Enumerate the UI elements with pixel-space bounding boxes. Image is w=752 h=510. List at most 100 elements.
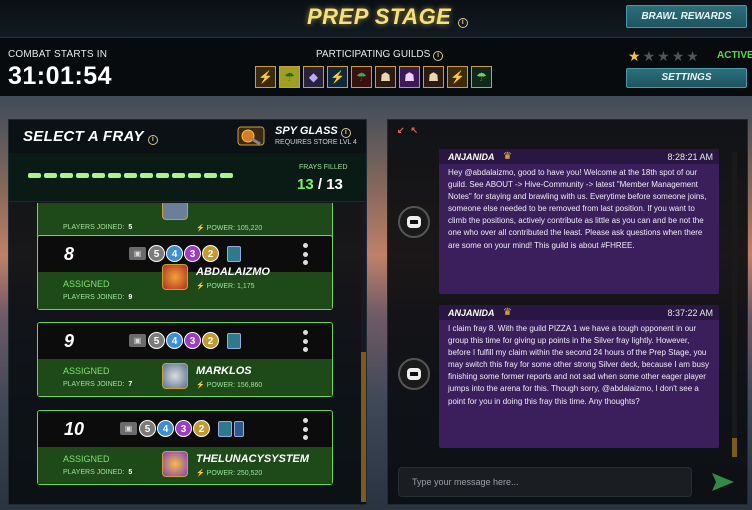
power-value: ⚡ POWER: 156,860 — [196, 382, 263, 389]
more-options-icon[interactable] — [302, 418, 308, 440]
guild-crystal-icon[interactable]: ◆ — [303, 66, 324, 88]
fray-list-scroll-thumb[interactable] — [361, 352, 366, 502]
guild-rating-stars: ★ ★ ★ ★ ★ — [628, 48, 699, 65]
frays-filled-area: FRAYS FILLED 13 / 13 — [9, 154, 366, 202]
rarity-pill: 3 — [184, 332, 201, 349]
chat-message: ANJANIDA ♛ 8:37:22 AM I claim fray 8. Wi… — [439, 305, 719, 448]
mask-icon — [407, 368, 421, 380]
message-input-box[interactable] — [398, 467, 692, 497]
guild-lightning-icon[interactable]: ⚡ — [447, 66, 468, 88]
brawl-rewards-button[interactable]: BRAWL REWARDS — [626, 5, 747, 28]
rarity-pill: 4 — [166, 245, 183, 262]
chat-panel: ↙↖ ANJANIDA ♛ 8:28:21 AM Hey @abdalaizmo… — [387, 119, 748, 505]
rarity-pill: 5 — [148, 332, 165, 349]
player-avatar — [162, 203, 188, 220]
rarity-pill: 5 — [148, 245, 165, 262]
player-name: MARKLOS — [196, 365, 252, 377]
fray-number: 8 — [64, 244, 75, 264]
spy-glass-label: SPY GLASS i — [275, 125, 351, 138]
chat-message: ANJANIDA ♛ 8:28:21 AM Hey @abdalaizmo, g… — [439, 149, 719, 294]
player-avatar — [162, 363, 188, 389]
message-author: ANJANIDA — [448, 308, 495, 318]
fray-card[interactable]: 10 ▣ 5 4 3 2 ASSIGNED PLAYERS JOINED: 5 T… — [37, 410, 333, 485]
guild-mushroom-icon[interactable]: ☂ — [351, 66, 372, 88]
player-avatar — [162, 451, 188, 477]
players-joined: PLAYERS JOINED: 5 — [63, 224, 133, 231]
guild-avatar — [398, 358, 430, 390]
crown-icon: ♛ — [503, 307, 512, 318]
cards-icon — [218, 421, 232, 437]
message-text: Hey @abdalaizmo, good to have you! Welco… — [448, 168, 707, 250]
star-empty-icon: ★ — [686, 48, 699, 64]
info-icon[interactable]: i — [340, 128, 351, 138]
countdown-timer: 31:01:54 — [8, 62, 113, 90]
star-empty-icon: ★ — [657, 48, 670, 64]
info-icon[interactable]: i — [457, 18, 468, 28]
info-icon[interactable]: i — [433, 51, 444, 61]
guild-mask-icon[interactable]: ☗ — [375, 66, 396, 88]
cards-icon — [227, 246, 241, 262]
participating-guilds-label: PARTICIPATING GUILDS i — [316, 49, 444, 61]
players-joined: PLAYERS JOINED: 7 — [63, 381, 133, 388]
rarity-pill: 3 — [184, 245, 201, 262]
rarity-pill: 2 — [202, 332, 219, 349]
message-author: ANJANIDA — [448, 152, 495, 162]
select-fray-title: SELECT A FRAY i — [23, 128, 159, 145]
message-text: I claim fray 8. With the guild PIZZA 1 w… — [448, 324, 709, 406]
fray-card[interactable]: 8 ▣ 5 4 3 2 ASSIGNED PLAYERS JOINED: 9 AB… — [37, 235, 333, 310]
power-value: ⚡ POWER: 105,220 — [196, 225, 263, 232]
mask-icon — [407, 216, 421, 228]
crown-icon: ♛ — [503, 151, 512, 162]
player-avatar — [162, 264, 188, 290]
player-name: ABDALAIZMO — [196, 266, 270, 278]
fray-card[interactable]: 9 ▣ 5 4 3 2 ASSIGNED PLAYERS JOINED: 7 MA… — [37, 322, 333, 397]
send-icon[interactable] — [710, 470, 736, 494]
guild-mask-icon[interactable]: ☗ — [423, 66, 444, 88]
chat-scrollbar[interactable] — [732, 152, 737, 457]
star-empty-icon: ★ — [642, 48, 656, 64]
combat-starts-label: COMBAT STARTS IN — [8, 49, 108, 60]
active-status: ACTIVE — [717, 50, 752, 61]
players-joined: PLAYERS JOINED: 5 — [63, 469, 133, 476]
guild-mushroom-icon[interactable]: ☂ — [471, 66, 492, 88]
chat-scroll-thumb[interactable] — [732, 438, 737, 457]
assigned-status: ASSIGNED — [63, 366, 110, 376]
rarity-pill: 2 — [202, 245, 219, 262]
rarity-pill: 2 — [193, 420, 210, 437]
guild-icons: ⚡ ☂ ◆ ⚡ ☂ ☗ ☗ ☗ ⚡ ☂ — [255, 66, 492, 88]
star-filled-icon: ★ — [628, 48, 641, 64]
frays-filled-label: FRAYS FILLED — [299, 164, 348, 171]
fray-number: 10 — [64, 419, 85, 439]
message-time: 8:37:22 AM — [667, 308, 713, 318]
settings-button[interactable]: SETTINGS — [626, 68, 747, 88]
fray-panel: SELECT A FRAY i SPY GLASS i REQUIRES STO… — [8, 119, 367, 505]
more-options-icon[interactable] — [302, 243, 308, 265]
assigned-status: ASSIGNED — [63, 454, 110, 464]
rarity-pill: 4 — [166, 332, 183, 349]
tier-icon: ▣ — [129, 247, 146, 260]
frays-filled-progress — [28, 173, 233, 178]
more-options-icon[interactable] — [302, 330, 308, 352]
message-time: 8:28:21 AM — [667, 152, 713, 162]
star-empty-icon: ★ — [671, 48, 685, 64]
guild-avatar — [398, 206, 430, 238]
player-name: THELUNACYSYSTEM — [196, 453, 310, 465]
collapse-icon[interactable]: ↙↖ — [397, 125, 424, 136]
message-input[interactable] — [399, 468, 691, 496]
guild-lightning-icon[interactable]: ⚡ — [327, 66, 348, 88]
tier-icon: ▣ — [120, 422, 137, 435]
power-value: ⚡ POWER: 1,175 — [196, 283, 255, 290]
guild-lightning-icon[interactable]: ⚡ — [255, 66, 276, 88]
fray-list[interactable]: PLAYERS JOINED: 5 ⚡ POWER: 105,220 8 ▣ 5 … — [9, 203, 366, 504]
guild-mushroom-icon[interactable]: ☂ — [279, 66, 300, 88]
spy-glass-requirement: REQUIRES STORE LVL 4 — [275, 139, 357, 146]
spy-glass-icon[interactable] — [236, 125, 266, 147]
rarity-pill: 5 — [139, 420, 156, 437]
info-icon[interactable]: i — [148, 135, 159, 145]
players-joined: PLAYERS JOINED: 9 — [63, 294, 133, 301]
fray-panel-header: SELECT A FRAY i SPY GLASS i REQUIRES STO… — [9, 120, 366, 153]
rarity-pill: 4 — [157, 420, 174, 437]
assigned-status: ASSIGNED — [63, 279, 110, 289]
guild-mask-icon[interactable]: ☗ — [399, 66, 420, 88]
cards-icon — [227, 333, 241, 349]
